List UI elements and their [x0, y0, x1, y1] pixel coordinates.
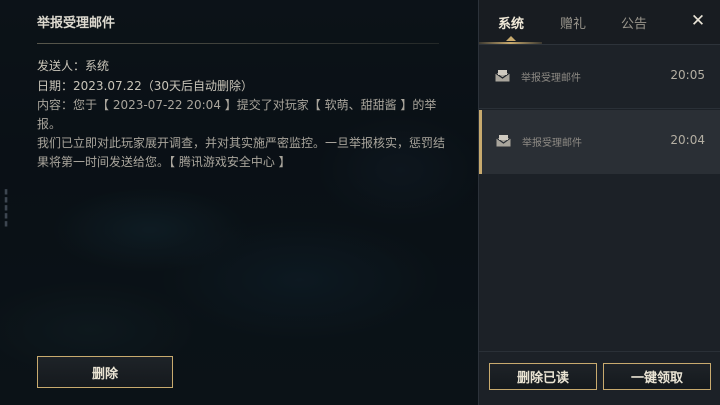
- footer-divider: [479, 351, 720, 352]
- title-divider: [37, 43, 439, 44]
- tab-gifts[interactable]: 赠礼: [560, 13, 586, 32]
- mail-time: 20:04: [670, 133, 705, 147]
- mail-subject: 举报受理邮件: [521, 73, 581, 84]
- mail-list-item-selected[interactable]: 举报受理邮件 20:04: [479, 110, 720, 174]
- mail-list-item[interactable]: 举报受理邮件 20:05: [479, 45, 720, 109]
- content-line: 果将第一时间发送给您。【 腾讯游戏安全中心 】: [37, 155, 291, 169]
- mail-content: 内容：您于【 2023-07-22 20:04 】提交了对玩家【 软萌、甜甜酱 …: [37, 96, 447, 172]
- mail-detail-panel: 举报受理邮件 发送人：系统 日期：2023.07.22（30天后自动删除） 内容…: [0, 0, 478, 405]
- close-icon[interactable]: ✕: [687, 9, 709, 33]
- sender-line: 发送人：系统: [37, 57, 109, 74]
- mail-time: 20:05: [670, 68, 705, 82]
- content-line: 内容：您于【 2023-07-22 20:04 】提交了对玩家【 软萌、甜甜酱 …: [37, 98, 437, 131]
- delete-button[interactable]: 删除: [37, 356, 173, 388]
- claim-all-button[interactable]: 一键领取: [603, 363, 711, 390]
- mail-subject: 举报受理邮件: [522, 138, 582, 149]
- tab-system[interactable]: 系统: [498, 13, 524, 32]
- envelope-icon: [496, 135, 511, 147]
- active-tab-caret-icon: [506, 36, 516, 41]
- delete-read-button[interactable]: 删除已读: [489, 363, 597, 390]
- envelope-icon: [495, 70, 510, 82]
- mail-list-panel: 系统 赠礼 公告 ✕ 举报受理邮件 20:05 举报受理邮件 20:04 删除已…: [478, 0, 720, 405]
- date-label: 日期：: [37, 79, 74, 93]
- tab-announcements[interactable]: 公告: [621, 13, 647, 32]
- content-line: 我们已立即对此玩家展开调查，并对其实施严密监控。一旦举报核实，惩罚结: [37, 136, 446, 150]
- date-value: 2023.07.22: [73, 79, 142, 93]
- expiry-note: （30天后自动删除）: [141, 79, 254, 93]
- mail-title: 举报受理邮件: [37, 16, 116, 31]
- sender-value: 系统: [85, 59, 110, 73]
- sender-label: 发送人：: [37, 59, 86, 73]
- date-line: 日期：2023.07.22（30天后自动删除）: [37, 77, 253, 94]
- side-watermark: ▮▮▮▮▮: [2, 188, 10, 228]
- tab-bar: 系统 赠礼 公告 ✕: [479, 0, 720, 44]
